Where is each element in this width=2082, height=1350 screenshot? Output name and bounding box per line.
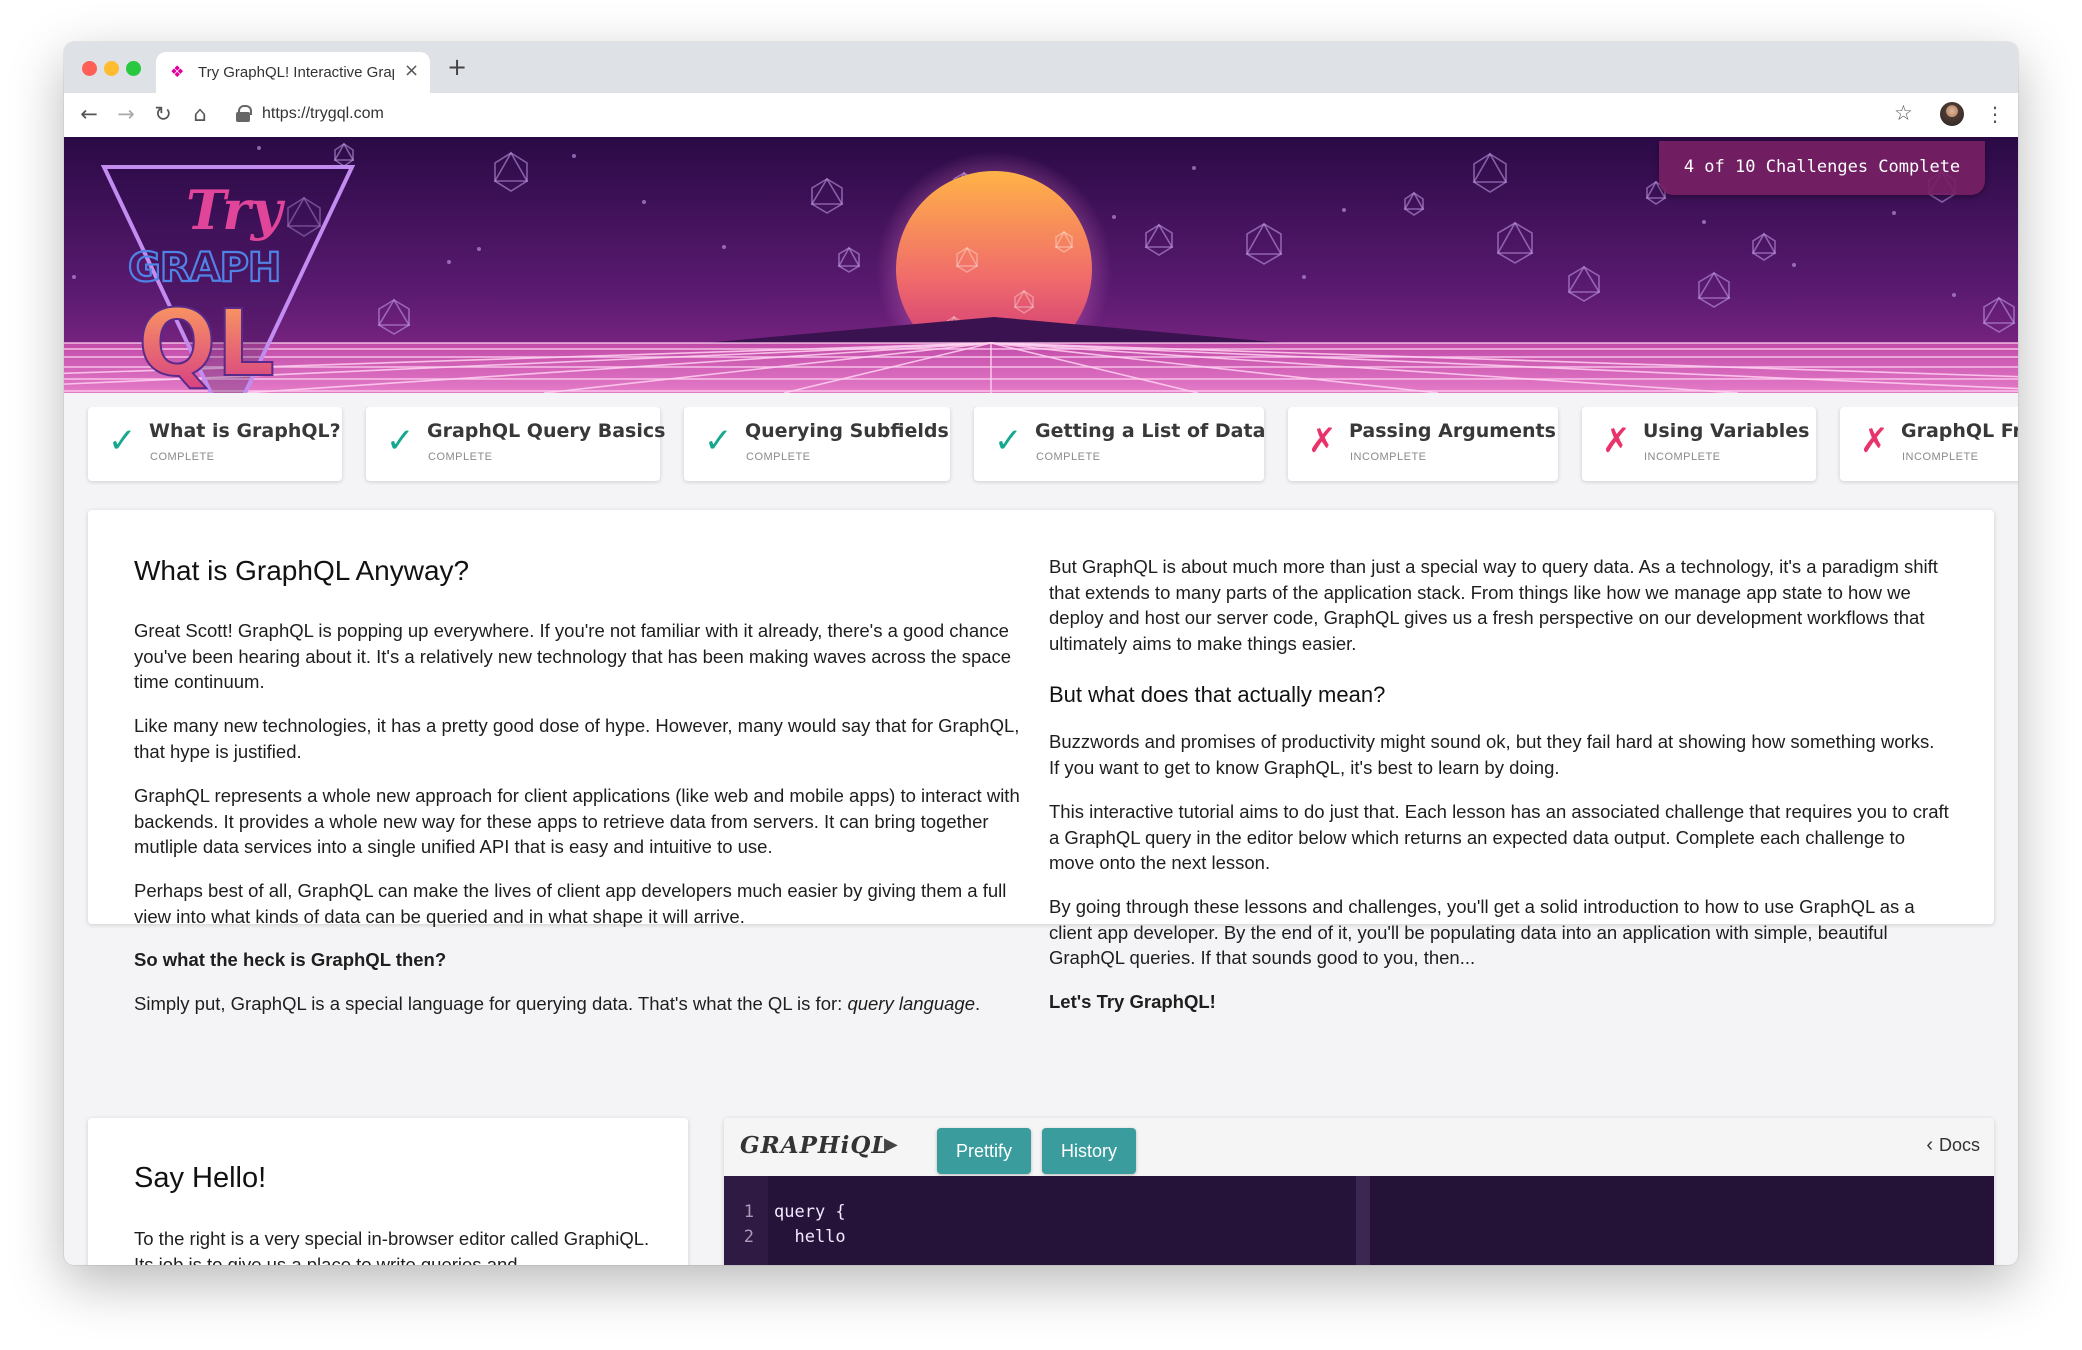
lesson-title: What is GraphQL?	[149, 420, 341, 442]
lesson-card-what-is-graphql[interactable]: ✓ What is GraphQL? COMPLETE	[88, 407, 342, 481]
logo-try-text: Try	[186, 178, 286, 242]
lesson-card-list-of-data[interactable]: ✓ Getting a List of Data COMPLETE	[974, 407, 1266, 481]
close-tab-icon[interactable]: ×	[404, 60, 419, 82]
prettify-button[interactable]: Prettify	[937, 1128, 1031, 1174]
intro-subheading: So what the heck is GraphQL then?	[134, 949, 447, 970]
tab-title: Try GraphQL! Interactive Graph	[198, 64, 394, 81]
graphiql-logo: GRAPHiQL	[740, 1132, 889, 1159]
say-hello-panel: Say Hello! To the right is a very specia…	[88, 1118, 688, 1265]
home-icon[interactable]: ⌂	[187, 101, 213, 127]
x-mark-icon: ✗	[1308, 421, 1337, 461]
graphiql-toolbar: GRAPHiQL ▶ Prettify History ‹ Docs	[724, 1118, 1994, 1177]
address-bar[interactable]: https://trygql.com	[230, 99, 1920, 131]
browser-menu-icon[interactable]: ⋮	[1985, 101, 2005, 127]
code-line[interactable]: query {	[774, 1202, 846, 1222]
intro-paragraph: But GraphQL is about much more than just…	[1049, 556, 1938, 654]
hero-banner: Try GRAPH QL 4 of 10 Challenges Complete	[64, 137, 2018, 393]
lesson-title: GraphQL Fragments	[1901, 420, 2018, 442]
challenges-complete-text: 4 of 10 Challenges Complete	[1683, 157, 1961, 177]
profile-avatar[interactable]	[1940, 102, 1964, 126]
graphql-favicon-icon: ❖	[170, 62, 185, 81]
say-hello-text: To the right is a very special in-browse…	[134, 1228, 650, 1265]
url-text[interactable]: https://trygql.com	[262, 105, 384, 123]
lesson-status: INCOMPLETE	[1644, 451, 1721, 463]
lesson-card-fragments[interactable]: ✗ GraphQL Fragments INCOMPLETE	[1840, 407, 2018, 481]
browser-toolbar: ← → ↻ ⌂ https://trygql.com ☆ ⋮	[64, 93, 2018, 138]
lesson-title: GraphQL Query Basics	[427, 420, 666, 442]
lesson-status: INCOMPLETE	[1350, 451, 1427, 463]
browser-tab[interactable]: ❖ Try GraphQL! Interactive Graph ×	[156, 52, 430, 93]
line-number: 1	[743, 1202, 754, 1222]
new-tab-icon[interactable]: +	[447, 55, 467, 79]
intro-paragraph: Perhaps best of all, GraphQL can make th…	[134, 880, 1007, 927]
forward-arrow-icon[interactable]: →	[113, 101, 139, 127]
lesson-title: Querying Subfields	[745, 420, 949, 442]
pane-resize-handle[interactable]	[1356, 1176, 1370, 1265]
logo-ql-text: QL	[138, 290, 275, 393]
check-icon: ✓	[108, 421, 137, 461]
reload-icon[interactable]: ↻	[150, 101, 176, 127]
x-mark-icon: ✗	[1860, 421, 1889, 461]
run-query-icon[interactable]: ▶	[884, 1134, 898, 1156]
intro-paragraph: Buzzwords and promises of productivity m…	[1049, 731, 1935, 778]
query-language-emphasis: query language	[847, 993, 975, 1014]
query-editor[interactable]: 1 query { 2 hello	[724, 1176, 1994, 1265]
logo-graph-text: GRAPH	[128, 245, 280, 291]
intro-paragraph: GraphQL represents a whole new approach …	[134, 785, 1020, 857]
challenges-complete-badge: 4 of 10 Challenges Complete	[1659, 141, 1985, 195]
lesson-card-passing-arguments[interactable]: ✗ Passing Arguments INCOMPLETE	[1288, 407, 1558, 481]
lesson-status: COMPLETE	[746, 451, 811, 463]
intro-paragraph: Like many new technologies, it has a pre…	[134, 715, 1020, 762]
lesson-card-querying-subfields[interactable]: ✓ Querying Subfields COMPLETE	[684, 407, 950, 481]
maximize-window-button[interactable]	[126, 61, 141, 76]
lesson-status: COMPLETE	[150, 451, 215, 463]
close-window-button[interactable]	[82, 61, 97, 76]
bookmark-star-icon[interactable]: ☆	[1894, 100, 1913, 126]
lesson-card-query-basics[interactable]: ✓ GraphQL Query Basics COMPLETE	[366, 407, 665, 481]
intro-heading: What is GraphQL Anyway?	[134, 555, 470, 586]
lesson-status: COMPLETE	[428, 451, 493, 463]
chevron-left-icon: ‹	[1926, 1134, 1933, 1156]
code-line[interactable]: hello	[774, 1227, 845, 1247]
lesson-status: INCOMPLETE	[1902, 451, 1979, 463]
say-hello-heading: Say Hello!	[134, 1162, 267, 1194]
docs-button[interactable]: ‹ Docs	[1926, 1134, 1980, 1157]
check-icon: ✓	[994, 421, 1023, 461]
lesson-list: ✓ What is GraphQL? COMPLETE ✓ GraphQL Qu…	[64, 407, 2018, 485]
back-arrow-icon[interactable]: ←	[76, 101, 102, 127]
x-mark-icon: ✗	[1602, 421, 1631, 461]
browser-window: ❖ Try GraphQL! Interactive Graph × + ← →…	[64, 42, 2018, 1265]
intro-subheading: But what does that actually mean?	[1049, 682, 1386, 707]
lesson-title: Getting a List of Data	[1035, 420, 1266, 442]
intro-panel: What is GraphQL Anyway? Great Scott! Gra…	[88, 510, 1994, 1014]
intro-paragraph: Simply put, GraphQL is a special languag…	[134, 993, 981, 1014]
intro-paragraph: By going through these lessons and chall…	[1049, 896, 1915, 968]
lesson-title: Using Variables	[1643, 420, 1810, 442]
tab-strip: ❖ Try GraphQL! Interactive Graph × +	[64, 42, 2018, 93]
lesson-title: Passing Arguments	[1349, 420, 1556, 442]
graphiql-editor-panel: GRAPHiQL ▶ Prettify History ‹ Docs 1 quer…	[724, 1118, 1994, 1265]
result-pane	[1370, 1176, 1994, 1265]
try-graphql-logo: Try GRAPH QL	[100, 165, 356, 393]
line-number: 2	[743, 1227, 754, 1247]
history-button[interactable]: History	[1042, 1128, 1136, 1174]
lesson-card-using-variables[interactable]: ✗ Using Variables INCOMPLETE	[1582, 407, 1816, 481]
intro-paragraph: This interactive tutorial aims to do jus…	[1049, 801, 1949, 873]
minimize-window-button[interactable]	[104, 61, 119, 76]
intro-cta: Let's Try GraphQL!	[1049, 991, 1216, 1012]
check-icon: ✓	[704, 421, 733, 461]
intro-paragraph: Great Scott! GraphQL is popping up every…	[134, 620, 1012, 692]
docs-label: Docs	[1938, 1135, 1980, 1155]
lesson-status: COMPLETE	[1036, 451, 1101, 463]
check-icon: ✓	[386, 421, 415, 461]
